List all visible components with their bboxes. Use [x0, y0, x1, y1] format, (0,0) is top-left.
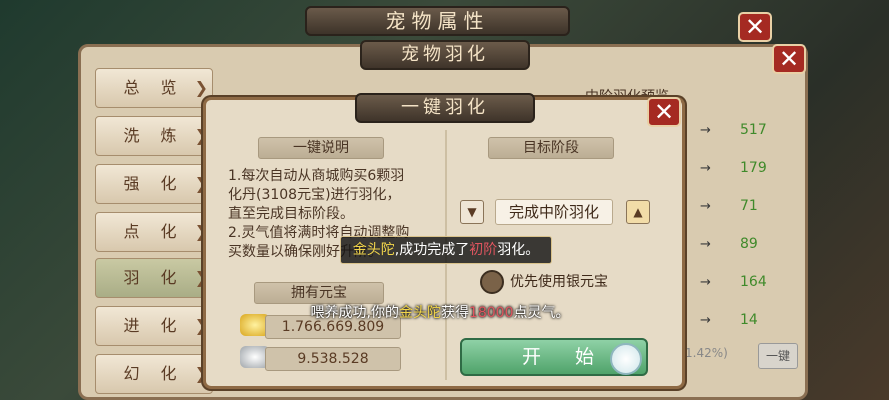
instruction-line: 化丹(3108元宝)进行羽化， — [228, 187, 401, 203]
instruction-line: 1.每次自动从商城购买6颗羽 — [228, 168, 405, 184]
toast-stage: 初阶 — [469, 242, 498, 258]
prefer-silver-option[interactable]: 优先使用银元宝 — [480, 270, 608, 294]
message-text: 获得 — [440, 305, 469, 321]
instruction-line: 直至完成目标阶段。 — [228, 206, 354, 222]
panel-close-button[interactable]: ✕ — [772, 44, 806, 74]
toast-pet-name: 金头陀 — [352, 242, 395, 258]
arrow-right-icon: → — [700, 199, 711, 214]
feed-message: 喂养成功,你的金头陀获得18000点灵气。 — [280, 302, 600, 322]
instructions-heading: 一键说明 — [258, 137, 384, 159]
start-button[interactable]: 开 始 — [460, 338, 648, 376]
nav-item-label: 点 化 — [123, 222, 185, 241]
nav-item-feather[interactable]: 羽 化 ❯ — [95, 258, 213, 298]
message-amount: 18000 — [468, 305, 514, 321]
nav-item-enlighten[interactable]: 点 化 ❯ — [95, 212, 213, 252]
target-stage-value: 完成中阶羽化 — [495, 199, 613, 225]
nav-item-transform[interactable]: 幻 化 ❯ — [95, 354, 213, 394]
toast-text: 羽化。 — [497, 242, 540, 258]
success-toast: 金头陀,成功完成了初阶羽化。 — [340, 236, 552, 264]
preview-value: 517 — [740, 122, 767, 138]
preview-value: 14 — [740, 312, 758, 328]
close-icon: ✕ — [653, 98, 675, 126]
nav-item-strengthen[interactable]: 强 化 ❯ — [95, 164, 213, 204]
arrow-right-icon: → — [700, 123, 711, 138]
window-close-button[interactable]: ✕ — [738, 12, 772, 42]
nav-item-label: 进 化 — [123, 316, 185, 335]
arrow-right-icon: → — [700, 313, 711, 328]
target-stage-heading: 目标阶段 — [488, 137, 614, 159]
message-text: 喂养成功,你的 — [310, 305, 399, 321]
close-icon: ✕ — [744, 13, 766, 41]
toast-text: ,成功完成了 — [394, 242, 470, 258]
panel-title: 宠物羽化 — [360, 40, 530, 70]
chevron-up-icon: ▲ — [633, 205, 643, 219]
preview-value: 89 — [740, 236, 758, 252]
one-key-button[interactable]: 一键 — [758, 343, 798, 369]
window-title: 宠物属性 — [305, 6, 570, 36]
preview-value: 179 — [740, 160, 767, 176]
stage-up-button[interactable]: ▲ — [626, 200, 650, 224]
owned-ingot-heading: 拥有元宝 — [254, 282, 384, 304]
stage-down-button[interactable]: ▼ — [460, 200, 484, 224]
preview-value: 71 — [740, 198, 758, 214]
nav-item-overview[interactable]: 总 览 ❯ — [95, 68, 213, 108]
preview-value: 164 — [740, 274, 767, 290]
message-pet-name: 金头陀 — [398, 305, 441, 321]
nav-item-label: 总 览 — [123, 78, 185, 97]
nav-item-label: 强 化 — [123, 174, 185, 193]
start-label: 开 始 — [522, 346, 609, 368]
radio-button[interactable] — [480, 270, 504, 294]
toggle-knob-icon — [610, 343, 642, 375]
nav-item-label: 羽 化 — [123, 268, 185, 287]
nav-item-evolve[interactable]: 进 化 ❯ — [95, 306, 213, 346]
arrow-right-icon: → — [700, 161, 711, 176]
silver-ingot-count: 9.538.528 — [265, 347, 401, 371]
arrow-right-icon: → — [700, 275, 711, 290]
progress-percent: 1.42%) — [685, 346, 728, 360]
chevron-down-icon: ▼ — [467, 205, 477, 219]
nav-item-label: 洗 炼 — [123, 126, 185, 145]
dialog-close-button[interactable]: ✕ — [647, 97, 681, 127]
close-icon: ✕ — [778, 45, 800, 73]
nav-item-refine[interactable]: 洗 炼 ❯ — [95, 116, 213, 156]
radio-label: 优先使用银元宝 — [510, 274, 608, 290]
nav-item-label: 幻 化 — [123, 364, 185, 383]
dialog-title: 一键羽化 — [355, 93, 535, 123]
message-text: 点灵气。 — [513, 305, 570, 321]
arrow-right-icon: → — [700, 237, 711, 252]
